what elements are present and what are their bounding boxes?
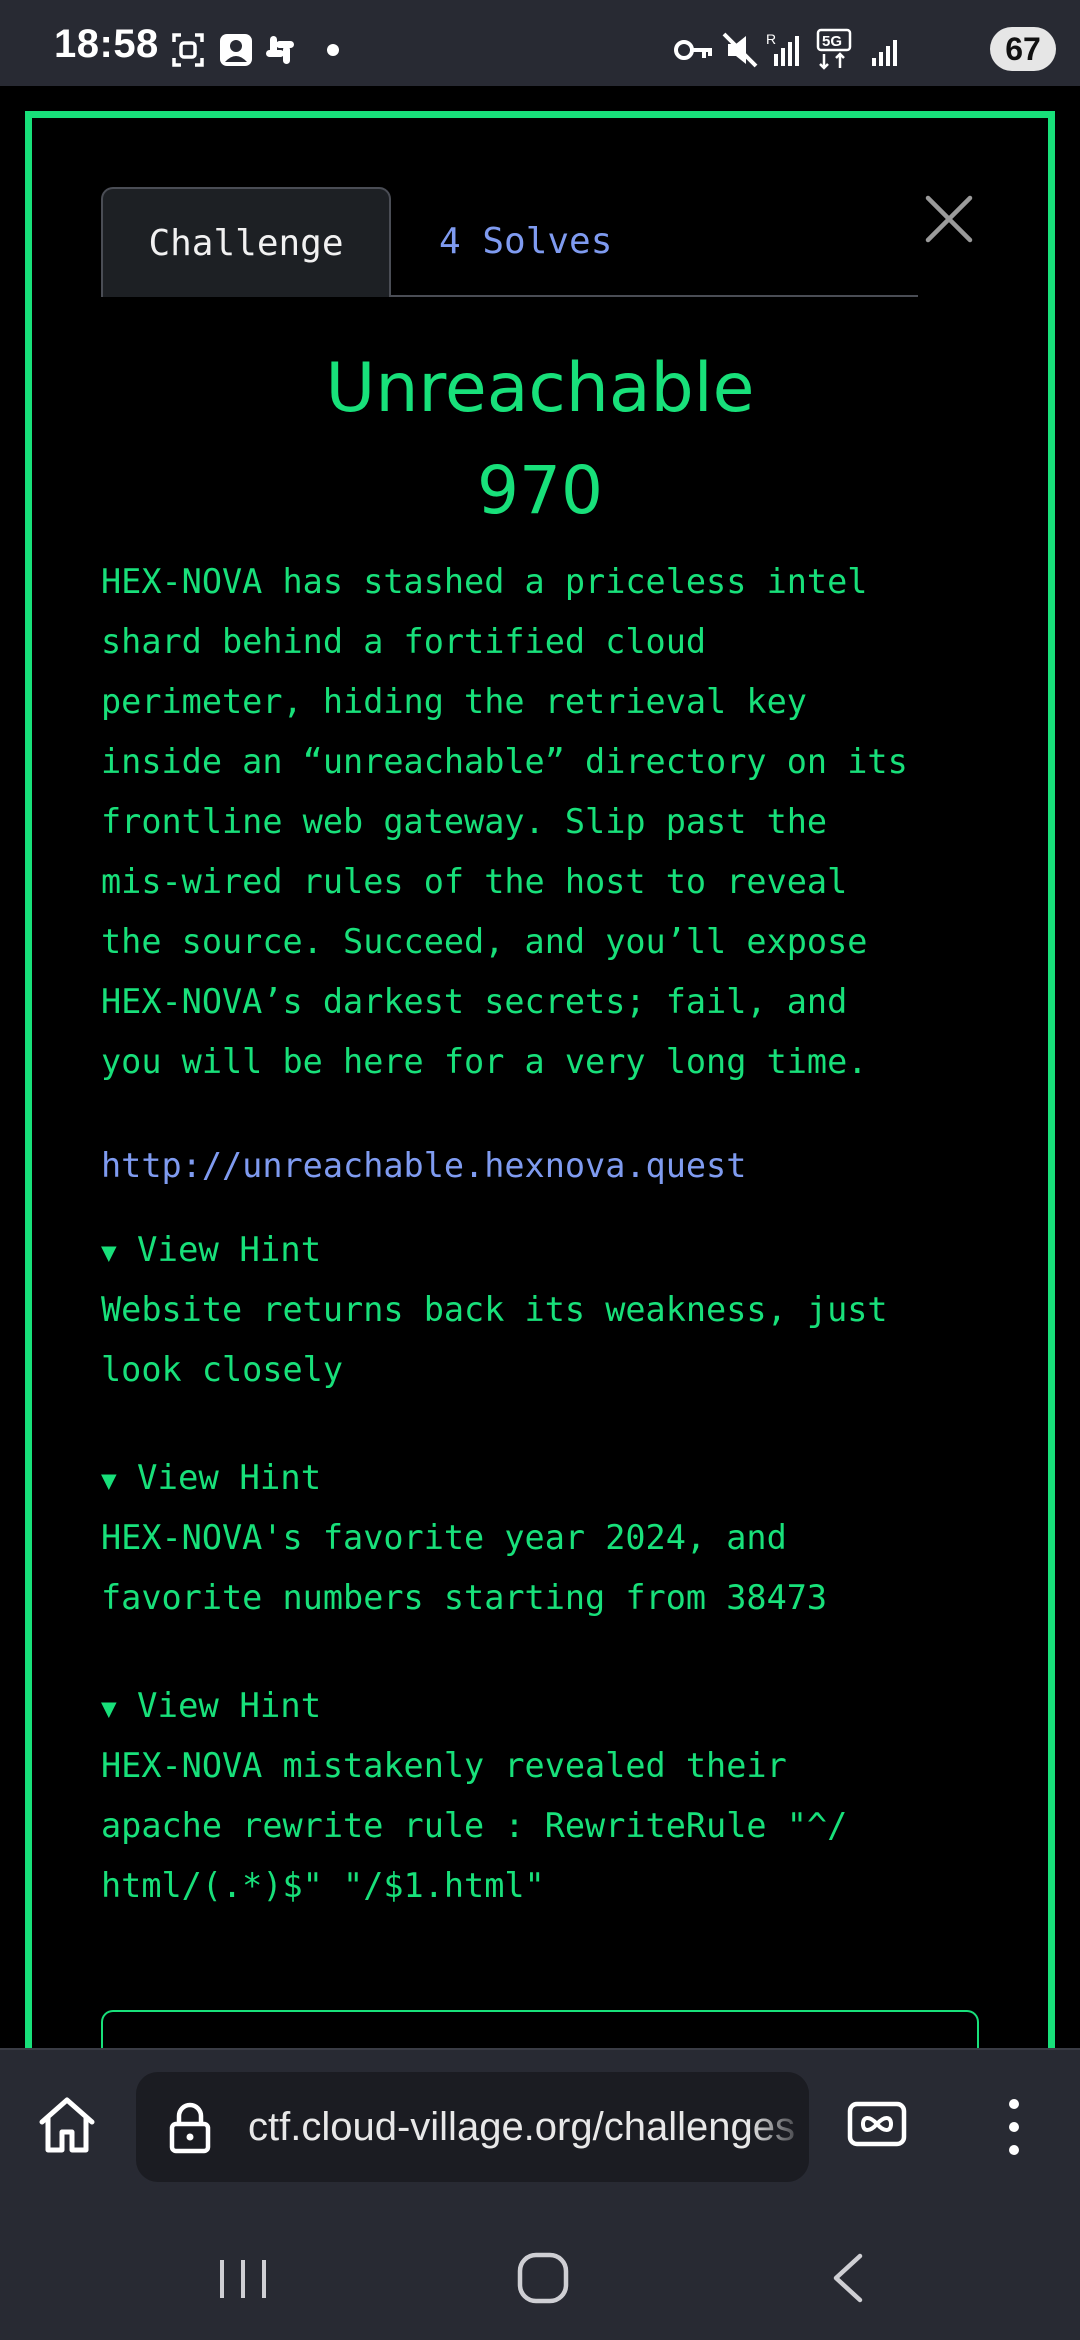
- modal-tabs: Challenge 4 Solves: [101, 187, 918, 297]
- view-hint-toggle[interactable]: ▼ View Hint: [101, 1448, 991, 1508]
- 5g-icon: 5G: [816, 28, 852, 70]
- signal-icon: [872, 40, 897, 66]
- url-fade: [749, 2072, 809, 2182]
- home-icon[interactable]: [34, 2092, 100, 2158]
- tab-challenge[interactable]: Challenge: [101, 187, 391, 297]
- close-icon[interactable]: [920, 190, 978, 248]
- triangle-down-icon: ▼: [101, 1694, 117, 1724]
- view-hint-label: View Hint: [137, 1230, 322, 1270]
- status-time: 18:58: [54, 22, 159, 66]
- tab-switcher-icon[interactable]: [846, 2094, 908, 2154]
- battery-indicator: 67: [990, 27, 1056, 71]
- view-hint-label: View Hint: [137, 1686, 322, 1726]
- slack-icon: [266, 36, 294, 64]
- more-vert-icon[interactable]: [996, 2094, 1032, 2160]
- home-circle-icon[interactable]: [515, 2250, 571, 2306]
- page-content: Challenge 4 Solves Unreachable 970 HEX-N…: [0, 86, 1080, 2048]
- hint-block: ▼ View Hint HEX-NOVA mistakenly revealed …: [101, 1676, 991, 1916]
- challenge-points: 970: [477, 452, 603, 529]
- view-hint-toggle[interactable]: ▼ View Hint: [101, 1220, 991, 1280]
- signal-r-icon: R: [766, 31, 799, 66]
- triangle-down-icon: ▼: [101, 1466, 117, 1496]
- view-hint-toggle[interactable]: ▼ View Hint: [101, 1676, 991, 1736]
- recents-icon[interactable]: [216, 2254, 270, 2304]
- browser-toolbar: ctf.cloud-village.org/challenges: [0, 2048, 1080, 2210]
- svg-text:5G: 5G: [822, 33, 842, 50]
- hint-text: Website returns back its weakness, just …: [101, 1290, 888, 1389]
- challenge-title: Unreachable: [325, 349, 755, 428]
- back-icon[interactable]: [826, 2250, 870, 2306]
- status-left-icons: [172, 33, 339, 67]
- hint-text: HEX-NOVA's favorite year 2024, and favor…: [101, 1518, 828, 1617]
- hint-block: ▼ View Hint HEX-NOVA's favorite year 2024…: [101, 1448, 991, 1628]
- vpn-key-icon: [674, 40, 712, 60]
- mute-icon: [722, 32, 758, 68]
- screenshot-icon: [172, 33, 204, 67]
- status-right-icons: R 5G: [674, 28, 897, 70]
- dot-icon: [327, 44, 339, 56]
- system-nav-bar: [0, 2210, 1080, 2340]
- hint-text: HEX-NOVA mistakenly revealed their apach…: [101, 1746, 848, 1905]
- challenge-url-link[interactable]: http://unreachable.hexnova.quest: [101, 1136, 746, 1196]
- address-bar[interactable]: ctf.cloud-village.org/challenges: [136, 2072, 809, 2182]
- view-hint-label: View Hint: [137, 1458, 322, 1498]
- app-icon: [220, 34, 252, 66]
- hint-block: ▼ View Hint Website returns back its weak…: [101, 1220, 991, 1400]
- lock-icon[interactable]: [168, 2102, 212, 2154]
- address-bar-url: ctf.cloud-village.org/challenges: [248, 2105, 795, 2149]
- challenge-description: HEX-NOVA has stashed a priceless intel s…: [101, 562, 908, 1081]
- status-bar: 18:58 R 5G 67: [0, 0, 1080, 86]
- svg-text:R: R: [766, 31, 776, 47]
- flag-input-box[interactable]: [101, 2010, 979, 2048]
- triangle-down-icon: ▼: [101, 1238, 117, 1268]
- tab-solves[interactable]: 4 Solves: [439, 187, 612, 297]
